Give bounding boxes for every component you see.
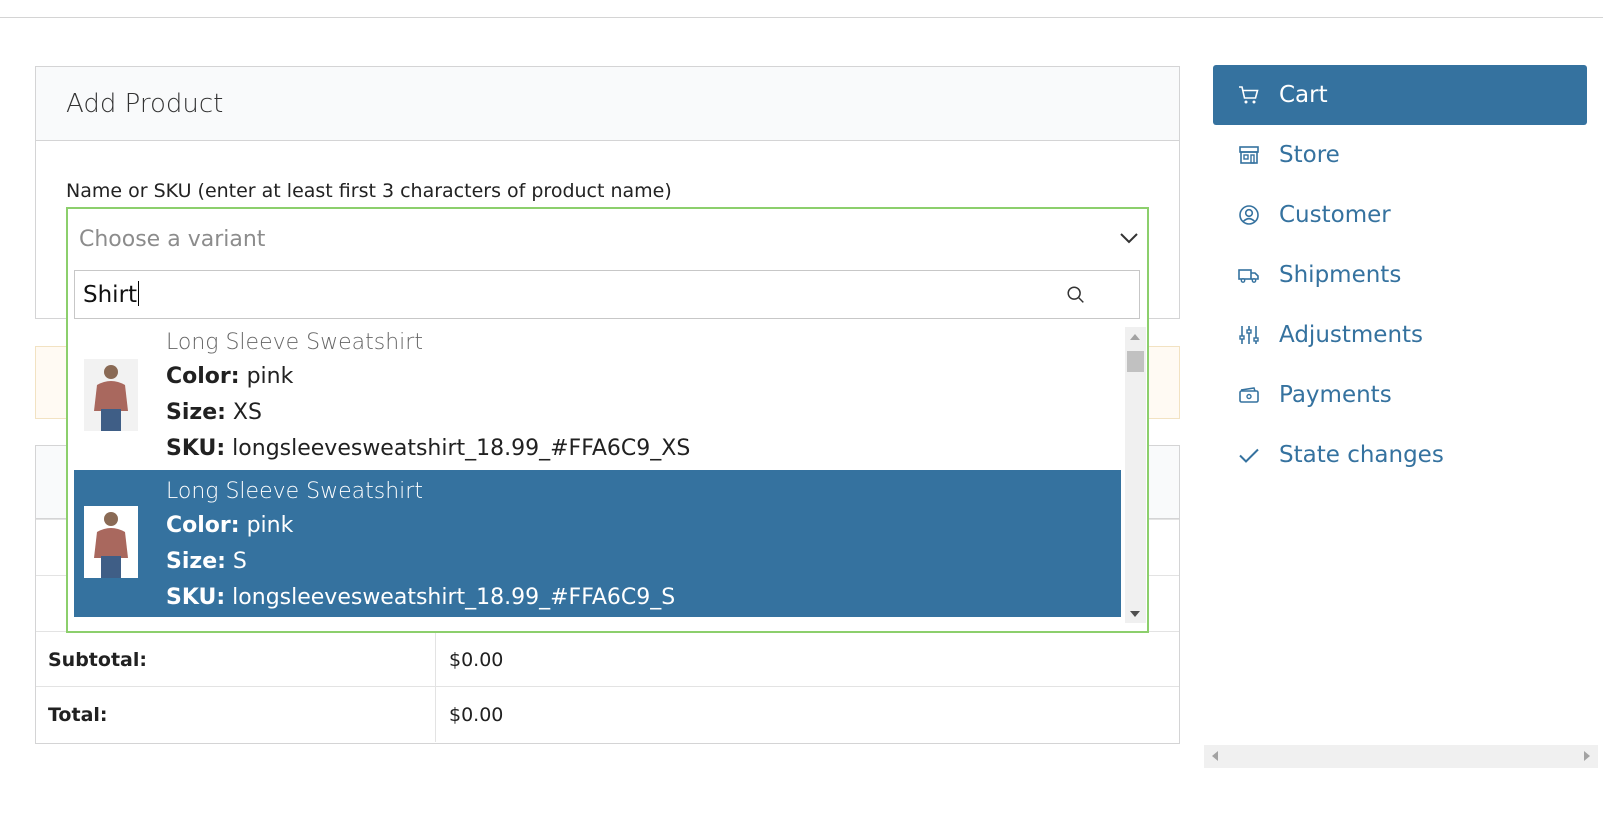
variant-search-input[interactable]: Shirt [74, 270, 1140, 319]
variant-option[interactable]: Long Sleeve Sweatshirt Color: pink Size:… [74, 327, 1121, 468]
variant-color: pink [246, 513, 294, 538]
order-side-menu: Cart Store Customer Shipments Adjustment… [1213, 65, 1587, 485]
payment-icon [1239, 387, 1259, 403]
product-thumbnail [84, 506, 138, 578]
variant-size: S [232, 549, 247, 574]
scroll-right-icon[interactable] [1584, 751, 1590, 761]
variant-results-list: Long Sleeve Sweatshirt Color: pink Size:… [74, 327, 1121, 623]
variant-option-highlighted[interactable]: Long Sleeve Sweatshirt Color: pink Size:… [74, 470, 1121, 617]
results-scrollbar[interactable] [1125, 327, 1146, 623]
menu-item-state-changes[interactable]: State changes [1213, 425, 1587, 485]
menu-item-adjustments[interactable]: Adjustments [1213, 305, 1587, 365]
variant-name: Long Sleeve Sweatshirt [166, 330, 423, 355]
menu-item-cart[interactable]: Cart [1213, 65, 1587, 125]
variant-select-toggle[interactable]: Choose a variant [68, 209, 1147, 269]
menu-item-payments[interactable]: Payments [1213, 365, 1587, 425]
user-circle-icon [1239, 205, 1259, 225]
menu-item-label: Adjustments [1279, 322, 1424, 348]
total-row: Total: $0.00 [36, 686, 1179, 742]
menu-item-label: State changes [1279, 442, 1444, 468]
variant-select[interactable]: Choose a variant Shirt Long Sleeve Sweat… [66, 207, 1149, 633]
variant-sku: longsleevesweatshirt_18.99_#FFA6C9_XS [232, 436, 691, 461]
variant-color: pink [246, 364, 294, 389]
total-label: Total: [36, 687, 436, 742]
menu-item-customer[interactable]: Customer [1213, 185, 1587, 245]
variant-size: XS [232, 400, 262, 425]
variant-select-placeholder: Choose a variant [79, 227, 266, 252]
variant-name: Long Sleeve Sweatshirt [166, 479, 423, 504]
search-input-value[interactable]: Shirt [83, 281, 139, 308]
variant-field-label: Name or SKU (enter at least first 3 char… [66, 180, 672, 202]
search-icon [1067, 286, 1084, 303]
menu-item-label: Customer [1279, 202, 1391, 228]
subtotal-row: Subtotal: $0.00 [36, 631, 1179, 687]
top-divider [0, 17, 1603, 18]
subtotal-value: $0.00 [449, 648, 504, 671]
scroll-left-icon[interactable] [1212, 751, 1218, 761]
scroll-down-icon[interactable] [1130, 611, 1140, 617]
add-product-header: Add Product [36, 67, 1179, 141]
scroll-up-icon[interactable] [1130, 334, 1140, 340]
menu-item-label: Store [1279, 142, 1340, 168]
menu-item-label: Payments [1279, 382, 1392, 408]
subtotal-label: Subtotal: [36, 632, 436, 687]
cart-icon [1239, 86, 1259, 104]
variant-sku: longsleevesweatshirt_18.99_#FFA6C9_S [232, 585, 676, 610]
total-value: $0.00 [449, 703, 504, 726]
chevron-down-icon[interactable] [1117, 226, 1141, 250]
truck-icon [1238, 269, 1259, 283]
menu-item-label: Cart [1279, 82, 1328, 108]
menu-item-shipments[interactable]: Shipments [1213, 245, 1587, 305]
product-thumbnail [84, 359, 138, 431]
menu-item-label: Shipments [1279, 262, 1402, 288]
horizontal-scrollbar[interactable] [1204, 745, 1598, 768]
add-product-title: Add Product [66, 88, 224, 119]
menu-item-store[interactable]: Store [1213, 125, 1587, 185]
sliders-icon [1239, 326, 1259, 344]
scrollbar-thumb[interactable] [1127, 351, 1144, 372]
store-icon [1239, 146, 1259, 164]
check-icon [1239, 448, 1259, 463]
